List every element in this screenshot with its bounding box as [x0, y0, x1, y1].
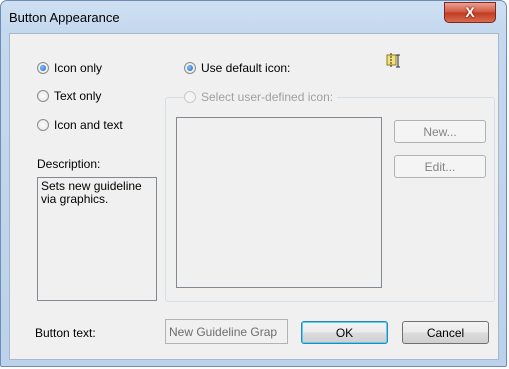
dialog-title: Button Appearance [9, 10, 120, 25]
radio-indicator [184, 91, 196, 103]
radio-indicator [37, 62, 49, 74]
guideline-icon [386, 53, 400, 68]
radio-indicator [37, 90, 49, 102]
edit-icon-button[interactable]: Edit... [394, 155, 486, 178]
radio-label: Use default icon: [201, 61, 291, 75]
dialog-body: Icon only Text only Icon and text Descri… [9, 33, 499, 360]
cancel-button[interactable]: Cancel [402, 321, 489, 344]
radio-use-default-icon[interactable]: Use default icon: [184, 60, 290, 76]
description-line-2: via graphics. [41, 192, 109, 206]
description-box: Sets new guideline via graphics. [37, 177, 157, 301]
radio-label: Select user-defined icon: [201, 90, 334, 104]
icon-list[interactable] [176, 117, 382, 288]
description-label: Description: [37, 157, 101, 171]
radio-user-defined-icon[interactable]: Select user-defined icon: [184, 89, 338, 105]
close-button[interactable]: X [444, 2, 496, 23]
radio-text-only[interactable]: Text only [37, 88, 101, 104]
title-bar: Button Appearance X [1, 1, 506, 33]
button-text-label: Button text: [35, 326, 96, 340]
radio-indicator [184, 62, 196, 74]
close-icon: X [465, 4, 475, 20]
button-appearance-dialog: Button Appearance X Icon only Text only … [0, 0, 507, 367]
radio-label: Icon only [54, 61, 103, 75]
radio-label: Text only [54, 89, 102, 103]
radio-icon-and-text[interactable]: Icon and text [37, 117, 123, 133]
button-text-field[interactable]: New Guideline Grap [165, 319, 288, 344]
radio-indicator [37, 119, 49, 131]
new-icon-button[interactable]: New... [394, 120, 486, 143]
radio-label: Icon and text [54, 118, 123, 132]
ok-button[interactable]: OK [301, 321, 388, 344]
radio-icon-only[interactable]: Icon only [37, 60, 102, 76]
